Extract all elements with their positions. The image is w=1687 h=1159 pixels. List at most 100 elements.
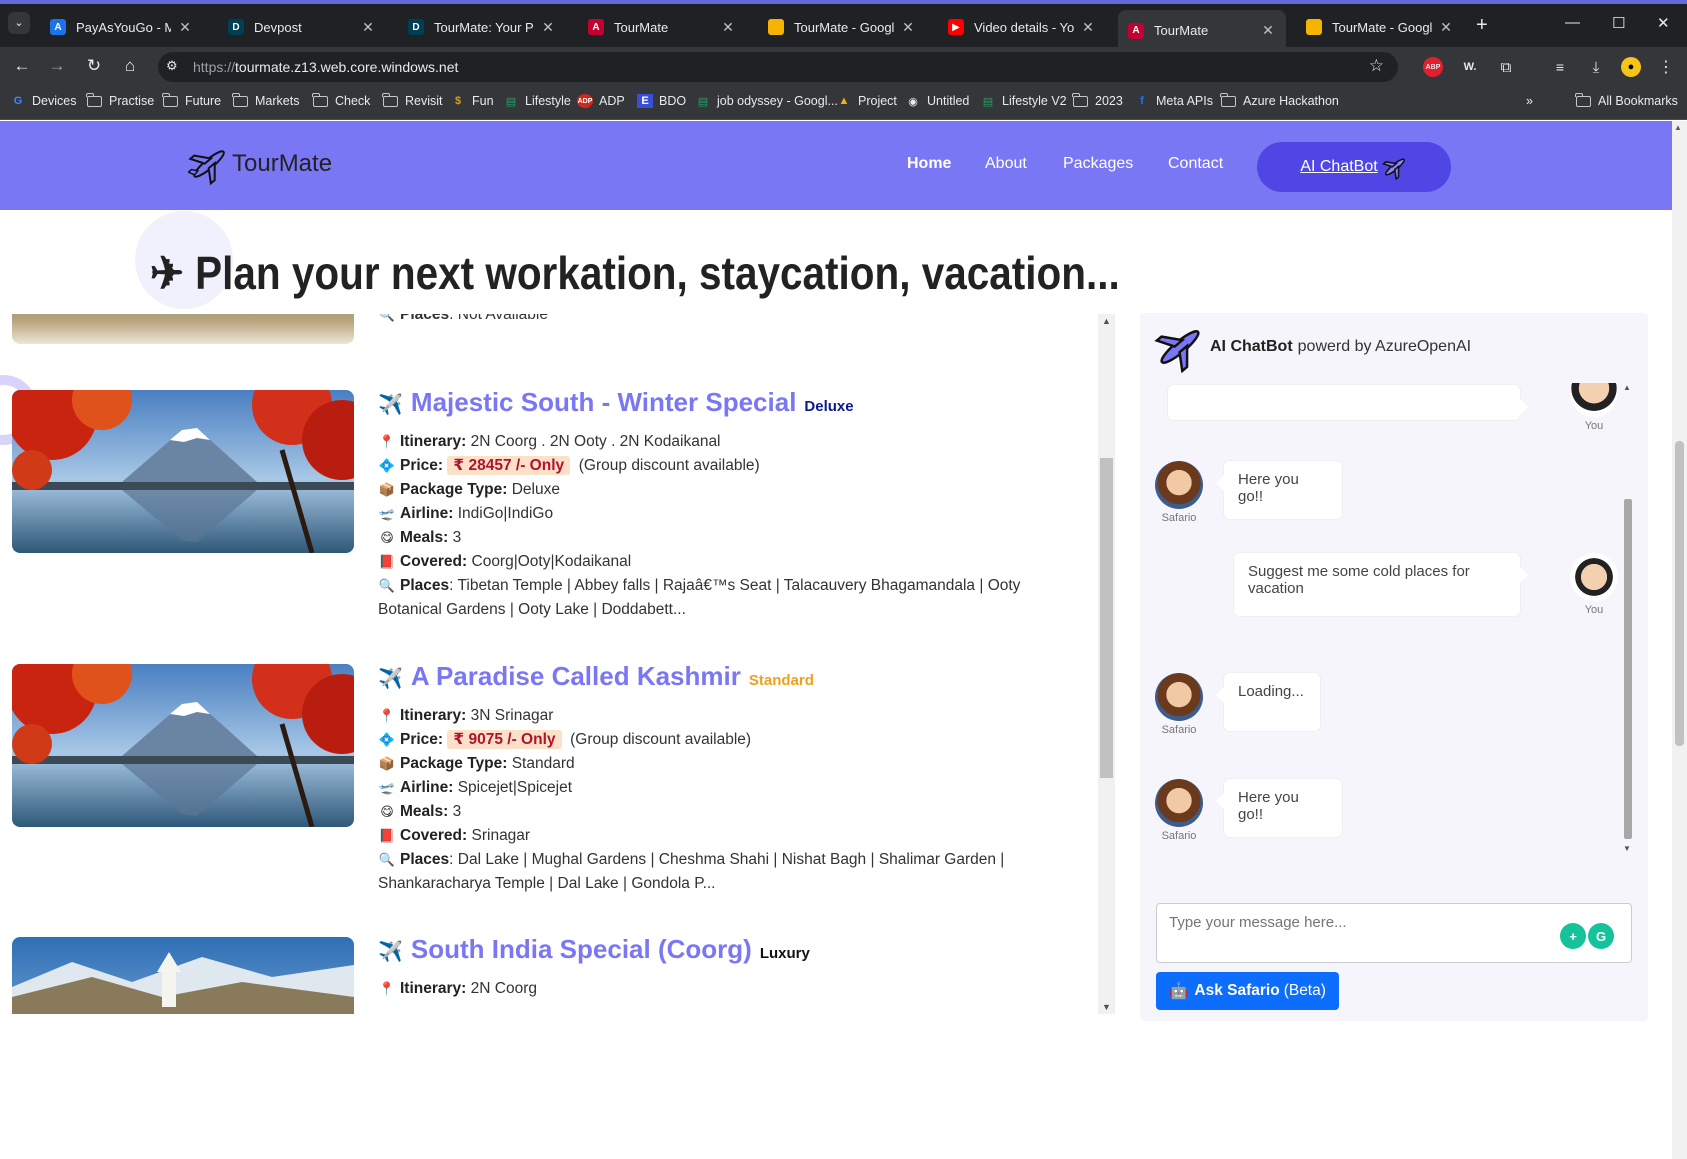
close-tab-icon[interactable]: ✕ bbox=[1260, 22, 1276, 39]
back-button[interactable]: ← bbox=[11, 56, 33, 76]
tab-title: TourMate bbox=[1154, 23, 1209, 38]
chat-message-user bbox=[1168, 385, 1528, 420]
bookmark-item[interactable]: Practise bbox=[86, 92, 154, 108]
covered-row: 📕 Covered: Coorg|Ooty|Kodaikanal bbox=[378, 550, 1078, 574]
page-scrollbar[interactable]: ▲ bbox=[1672, 121, 1687, 1159]
price-diamond-icon: 💠 bbox=[378, 458, 396, 473]
package-title[interactable]: ✈️ South India Special (Coorg) Luxury bbox=[378, 936, 1078, 977]
minimize-window-button[interactable]: — bbox=[1565, 14, 1580, 31]
bookmark-item[interactable]: ◉ Untitled bbox=[905, 94, 969, 108]
browser-tab[interactable]: D TourMate: Your Pers ✕ bbox=[398, 10, 566, 44]
w-extension-icon[interactable]: W. bbox=[1459, 56, 1481, 78]
grammarly-plus-icon[interactable]: + bbox=[1560, 923, 1586, 949]
forward-button[interactable]: → bbox=[46, 56, 68, 76]
package-name[interactable]: A Paradise Called Kashmir bbox=[411, 663, 741, 689]
bookmarks-overflow-button[interactable]: » bbox=[1526, 94, 1533, 108]
bookmark-item[interactable]: 2023 bbox=[1072, 92, 1123, 108]
all-bookmarks-folder[interactable]: All Bookmarks bbox=[1575, 92, 1678, 108]
profile-avatar-icon[interactable]: ● bbox=[1621, 57, 1641, 77]
bookmark-item[interactable]: Azure Hackathon bbox=[1220, 92, 1339, 108]
browser-tab[interactable]: TourMate - Google S ✕ bbox=[758, 10, 926, 44]
nav-link-about[interactable]: About bbox=[985, 155, 1027, 173]
nav-link-contact[interactable]: Contact bbox=[1168, 155, 1223, 173]
itinerary-row: 📍 Itinerary: 3N Srinagar bbox=[378, 704, 1078, 728]
package-card[interactable]: ✈️ Majestic South - Winter Special Delux… bbox=[0, 389, 1090, 650]
bookmark-star-icon[interactable]: ☆ bbox=[1369, 56, 1384, 76]
tab-title: PayAsYouGo - Micro bbox=[76, 19, 171, 35]
nav-link-packages[interactable]: Packages bbox=[1063, 155, 1133, 173]
grammarly-g-icon[interactable]: G bbox=[1588, 923, 1614, 949]
tab-search-button[interactable]: ⌄ bbox=[8, 12, 30, 34]
bookmark-item[interactable]: Revisit bbox=[382, 92, 443, 108]
close-tab-icon[interactable]: ✕ bbox=[177, 19, 193, 36]
ask-safario-button[interactable]: 🤖 Ask Safario (Beta) bbox=[1156, 972, 1339, 1010]
bookmark-item[interactable]: Check bbox=[312, 92, 370, 108]
browser-menu-icon[interactable]: ⋮ bbox=[1655, 56, 1677, 78]
bookmark-item[interactable]: $ Fun bbox=[450, 94, 494, 108]
close-tab-icon[interactable]: ✕ bbox=[720, 19, 736, 36]
scroll-up-arrow[interactable]: ▲ bbox=[1102, 316, 1111, 326]
bookmark-item[interactable]: ▲ Project bbox=[836, 94, 897, 108]
close-tab-icon[interactable]: ✕ bbox=[540, 19, 556, 36]
reload-button[interactable]: ↻ bbox=[83, 56, 105, 76]
scroll-up-arrow[interactable]: ▲ bbox=[1674, 123, 1682, 132]
scroll-down-arrow[interactable]: ▼ bbox=[1102, 1002, 1111, 1012]
drive-icon: ▲ bbox=[838, 95, 850, 107]
package-name[interactable]: South India Special (Coorg) bbox=[411, 936, 752, 962]
bookmark-item[interactable]: ▤ Lifestyle bbox=[503, 94, 571, 108]
site-navbar: TourMate Home About Packages Contact AI … bbox=[0, 121, 1672, 210]
bookmark-item[interactable]: f Meta APIs bbox=[1134, 94, 1213, 108]
scroll-up-arrow[interactable]: ▲ bbox=[1623, 383, 1631, 392]
bookmark-item[interactable]: ADP ADP bbox=[577, 94, 625, 108]
bookmark-item[interactable]: E BDO bbox=[637, 94, 686, 108]
package-name[interactable]: Majestic South - Winter Special bbox=[411, 389, 797, 415]
scrollbar-thumb[interactable] bbox=[1100, 458, 1113, 778]
magnifier-icon: 🔍 bbox=[378, 314, 396, 322]
nav-link-home[interactable]: Home bbox=[907, 155, 951, 173]
package-image bbox=[12, 937, 354, 1014]
browser-tab[interactable]: A PayAsYouGo - Micro ✕ bbox=[40, 10, 203, 44]
site-info-icon[interactable]: ⚙ bbox=[166, 58, 178, 74]
home-button[interactable]: ⌂ bbox=[119, 56, 141, 76]
extensions-puzzle-icon[interactable]: ⧉ bbox=[1495, 56, 1517, 78]
new-tab-button[interactable]: + bbox=[1476, 14, 1488, 37]
browser-tab[interactable]: A TourMate ✕ bbox=[1118, 10, 1286, 51]
grammarly-widget[interactable]: + G bbox=[1560, 923, 1614, 949]
download-icon[interactable]: ⤓ bbox=[1585, 56, 1607, 78]
media-control-icon[interactable]: ≡ bbox=[1549, 56, 1571, 78]
close-tab-icon[interactable]: ✕ bbox=[1080, 19, 1096, 36]
close-tab-icon[interactable]: ✕ bbox=[1438, 19, 1454, 36]
bookmark-item[interactable]: ▤ Lifestyle V2 bbox=[980, 94, 1067, 108]
browser-tab[interactable]: A TourMate ✕ bbox=[578, 10, 746, 44]
browser-tab[interactable]: ▶ Video details - YouTu ✕ bbox=[938, 10, 1106, 44]
close-tab-icon[interactable]: ✕ bbox=[360, 19, 376, 36]
chat-scrollbar[interactable]: ▲ ▼ bbox=[1622, 383, 1634, 853]
slides-icon bbox=[768, 19, 784, 35]
airline-row: 🛫 Airline: IndiGo|IndiGo bbox=[378, 502, 1078, 526]
brand-logo[interactable]: TourMate bbox=[188, 143, 332, 185]
ai-chatbot-button[interactable]: AI ChatBot bbox=[1257, 142, 1451, 192]
close-window-button[interactable]: ✕ bbox=[1657, 14, 1670, 32]
bookmark-item[interactable]: G Devices bbox=[10, 94, 77, 108]
browser-tab[interactable]: TourMate - Google S ✕ bbox=[1296, 10, 1464, 44]
maximize-window-button[interactable]: ☐ bbox=[1612, 14, 1625, 32]
bookmark-item[interactable]: Markets bbox=[232, 92, 299, 108]
package-title[interactable]: ✈️ A Paradise Called Kashmir Standard bbox=[378, 663, 1078, 704]
scroll-down-arrow[interactable]: ▼ bbox=[1623, 844, 1631, 853]
folder-icon bbox=[1575, 92, 1591, 107]
bookmark-item[interactable]: Future bbox=[162, 92, 221, 108]
url-omnibox[interactable]: ⚙ https://tourmate.z13.web.core.windows.… bbox=[158, 52, 1398, 82]
bookmark-label: Revisit bbox=[405, 94, 443, 108]
package-card[interactable]: ✈️ South India Special (Coorg) Luxury 📍 I… bbox=[0, 936, 1090, 1014]
url-text[interactable]: https://tourmate.z13.web.core.windows.ne… bbox=[193, 59, 458, 75]
package-card[interactable]: ✈️ A Paradise Called Kashmir Standard 📍 I… bbox=[0, 663, 1090, 924]
close-tab-icon[interactable]: ✕ bbox=[900, 19, 916, 36]
angular-icon: A bbox=[588, 19, 604, 35]
adblock-extension-icon[interactable]: ABP bbox=[1423, 57, 1443, 77]
scrollbar-thumb[interactable] bbox=[1624, 499, 1632, 839]
package-list-scrollbar[interactable]: ▲ ▼ bbox=[1098, 314, 1115, 1014]
bookmark-item[interactable]: ▤ job odyssey - Googl... bbox=[695, 94, 838, 108]
package-title[interactable]: ✈️ Majestic South - Winter Special Delux… bbox=[378, 389, 1078, 430]
browser-tab[interactable]: D Devpost ✕ bbox=[218, 10, 386, 44]
scrollbar-thumb[interactable] bbox=[1675, 441, 1684, 746]
